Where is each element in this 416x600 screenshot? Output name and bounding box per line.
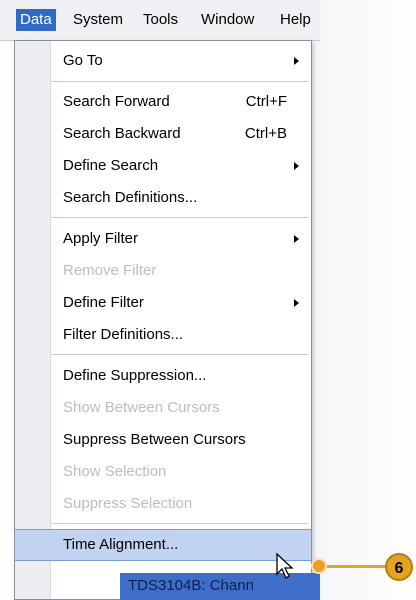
submenu-arrow-icon xyxy=(294,162,299,170)
menu-item-search-backward[interactable]: Search Backward Ctrl+B xyxy=(15,119,311,149)
menu-tools[interactable]: Tools xyxy=(139,9,182,31)
menu-item-label: Search Backward xyxy=(63,125,181,142)
shortcut-label: Ctrl+F xyxy=(245,93,287,110)
menu-item-time-alignment[interactable]: Time Alignment... xyxy=(15,529,311,561)
menu-item-show-selection: Show Selection xyxy=(15,457,311,487)
menu-item-label: Define Filter xyxy=(63,294,144,311)
menu-item-apply-filter[interactable]: Apply Filter xyxy=(15,224,311,254)
menu-window[interactable]: Window xyxy=(197,9,258,31)
menu-item-label: Filter Definitions... xyxy=(63,326,184,343)
callout-dot xyxy=(313,560,325,572)
menu-item-go-to[interactable]: Go To xyxy=(15,46,311,76)
menu-separator xyxy=(51,523,309,524)
callout-line xyxy=(320,565,386,568)
window-title-text: TDS3104B: Chann xyxy=(128,577,254,594)
menu-item-search-definitions[interactable]: Search Definitions... xyxy=(15,183,311,213)
menu-help[interactable]: Help xyxy=(276,9,315,31)
menu-item-suppress-selection: Suppress Selection xyxy=(15,489,311,519)
menu-item-define-suppression[interactable]: Define Suppression... xyxy=(15,361,311,391)
submenu-arrow-icon xyxy=(294,235,299,243)
menu-item-search-forward[interactable]: Search Forward Ctrl+F xyxy=(15,87,311,117)
menu-separator xyxy=(51,81,309,82)
menu-data[interactable]: Data xyxy=(16,9,56,31)
data-dropdown-menu: Go To Search Forward Ctrl+F Search Backw… xyxy=(14,40,312,600)
menu-item-define-search[interactable]: Define Search xyxy=(15,151,311,181)
menu-item-define-filter[interactable]: Define Filter xyxy=(15,288,311,318)
menu-item-label: Define Suppression... xyxy=(63,367,207,384)
submenu-arrow-icon xyxy=(294,57,299,65)
shortcut-label: Ctrl+B xyxy=(244,125,287,142)
menu-item-label: Define Search xyxy=(63,157,159,174)
menu-separator xyxy=(51,217,309,218)
menu-item-label: Remove Filter xyxy=(63,262,157,279)
menu-system[interactable]: System xyxy=(69,9,127,31)
menu-item-label: Search Forward xyxy=(63,93,170,110)
menu-item-label: Time Alignment... xyxy=(63,536,179,553)
mouse-pointer-icon xyxy=(276,552,294,579)
callout-number-badge: 6 xyxy=(385,553,413,581)
menu-item-suppress-between-cursors[interactable]: Suppress Between Cursors xyxy=(15,425,311,455)
menu-item-label: Apply Filter xyxy=(63,230,139,247)
menu-item-label: Search Definitions... xyxy=(63,189,198,206)
menu-item-label: Suppress Selection xyxy=(63,495,193,512)
menu-item-label: Show Selection xyxy=(63,463,167,480)
background-area xyxy=(300,0,416,600)
menu-item-label: Show Between Cursors xyxy=(63,399,220,416)
menu-item-remove-filter: Remove Filter xyxy=(15,256,311,286)
menu-item-filter-definitions[interactable]: Filter Definitions... xyxy=(15,320,311,350)
menu-bar: Data System Tools Window Help xyxy=(0,0,320,41)
menu-item-label: Suppress Between Cursors xyxy=(63,431,246,448)
submenu-arrow-icon xyxy=(294,299,299,307)
menu-separator xyxy=(51,354,309,355)
menu-item-label: Go To xyxy=(63,52,103,69)
menu-item-show-between-cursors: Show Between Cursors xyxy=(15,393,311,423)
